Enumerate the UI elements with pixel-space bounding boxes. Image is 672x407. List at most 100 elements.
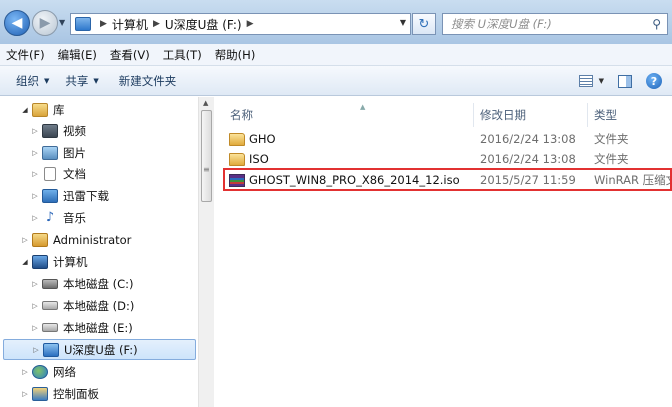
nav-item-label: 本地磁盘 (E:)	[63, 320, 133, 335]
nav-item-drive-c[interactable]: ▷ 本地磁盘 (C:)	[0, 273, 198, 294]
usb-drive-icon	[43, 342, 59, 357]
nav-item-label: Administrator	[53, 232, 132, 247]
nav-item-label: 视频	[63, 123, 86, 138]
nav-item-label: 文档	[63, 166, 86, 181]
file-name: GHOST_WIN8_PRO_X86_2014_12.iso	[249, 173, 460, 187]
nav-item-drive-d[interactable]: ▷ 本地磁盘 (D:)	[0, 295, 198, 316]
search-icon[interactable]: ⚲	[652, 17, 661, 31]
user-folder-icon	[32, 232, 48, 247]
menu-file[interactable]: 文件(F)	[6, 47, 45, 63]
expand-arrow-icon[interactable]: ▷	[30, 170, 40, 178]
expand-arrow-icon[interactable]: ◢	[20, 106, 30, 114]
nav-item-drive-e[interactable]: ▷ 本地磁盘 (E:)	[0, 317, 198, 338]
share-button[interactable]: 共享 ▼	[65, 73, 98, 89]
back-button[interactable]: ◀	[4, 10, 30, 36]
file-row-gho[interactable]: GHO 2016/2/24 13:08 文件夹	[224, 129, 672, 149]
expand-arrow-icon[interactable]: ▷	[20, 236, 30, 244]
expand-arrow-icon[interactable]: ▷	[31, 346, 41, 354]
file-date: 2016/2/24 13:08	[480, 132, 576, 146]
drive-icon	[42, 323, 58, 332]
organize-button[interactable]: 组织 ▼	[16, 73, 49, 89]
recent-pages-dropdown[interactable]: ▼	[59, 18, 65, 27]
expand-arrow-icon[interactable]: ▷	[20, 368, 30, 376]
nav-item-label: 计算机	[53, 254, 88, 269]
address-dropdown-button[interactable]: ▼	[400, 18, 406, 27]
expand-arrow-icon[interactable]: ▷	[30, 214, 40, 222]
command-toolbar: 组织 ▼ 共享 ▼ 新建文件夹 ▼ ?	[0, 66, 672, 96]
pictures-icon	[42, 145, 58, 160]
column-header-label: 类型	[594, 108, 617, 122]
xunlei-icon	[42, 188, 58, 203]
expand-arrow-icon[interactable]: ▷	[30, 302, 40, 310]
nav-item-label: 控制面板	[53, 386, 99, 401]
expand-arrow-icon[interactable]: ▷	[30, 149, 40, 157]
search-input[interactable]: 搜索 U深度U盘 (F:) ⚲	[442, 13, 668, 35]
expand-arrow-icon[interactable]: ◢	[20, 258, 30, 266]
forward-button[interactable]: ▶	[32, 10, 58, 36]
nav-item-computer[interactable]: ◢ 计算机	[0, 251, 198, 272]
expand-arrow-icon[interactable]: ▷	[30, 127, 40, 135]
nav-item-label: U深度U盘 (F:)	[64, 342, 138, 357]
music-icon: ♪	[45, 209, 55, 225]
file-row-ghost-iso[interactable]: GHOST_WIN8_PRO_X86_2014_12.iso 2015/5/27…	[224, 170, 672, 190]
menu-edit[interactable]: 编辑(E)	[58, 47, 97, 63]
menu-help[interactable]: 帮助(H)	[215, 47, 256, 63]
breadcrumb-separator[interactable]: ▶	[153, 19, 160, 29]
address-field[interactable]: ▶ 计算机 ▶ U深度U盘 (F:) ▶ ▼	[70, 13, 411, 35]
nav-item-usb-drive-f[interactable]: ▷ U深度U盘 (F:)	[3, 339, 196, 360]
file-row-iso-folder[interactable]: ISO 2016/2/24 13:08 文件夹	[224, 149, 672, 169]
nav-item-pictures[interactable]: ▷ 图片	[0, 142, 198, 163]
forward-arrow-icon: ▶	[39, 15, 51, 31]
file-name: GHO	[249, 132, 276, 146]
nav-item-music[interactable]: ▷ ♪ 音乐	[0, 207, 198, 228]
view-options-dropdown[interactable]: ▼	[599, 77, 604, 85]
folder-icon	[75, 17, 91, 31]
column-header-name[interactable]: 名称 ▲	[230, 103, 470, 127]
column-header-date[interactable]: 修改日期	[480, 103, 585, 127]
refresh-button[interactable]: ↻	[412, 13, 436, 35]
nav-item-label: 迅雷下载	[63, 188, 109, 203]
folder-icon	[229, 152, 245, 166]
breadcrumb-drive[interactable]: U深度U盘 (F:)	[165, 16, 242, 33]
nav-item-label: 图片	[63, 145, 86, 160]
nav-item-label: 本地磁盘 (C:)	[63, 276, 134, 291]
nav-item-documents[interactable]: ▷ 文档	[0, 163, 198, 184]
back-arrow-icon: ◀	[11, 15, 23, 31]
change-view-icon[interactable]	[578, 75, 593, 87]
column-divider[interactable]	[473, 103, 474, 127]
file-type: WinRAR 压缩文	[594, 173, 672, 187]
expand-arrow-icon[interactable]: ▷	[30, 324, 40, 332]
breadcrumb-separator[interactable]: ▶	[247, 19, 254, 29]
nav-item-administrator[interactable]: ▷ Administrator	[0, 229, 198, 250]
expand-arrow-icon[interactable]: ▷	[30, 192, 40, 200]
share-label: 共享	[65, 73, 89, 88]
breadcrumb-separator[interactable]: ▶	[100, 19, 107, 29]
scroll-up-arrow-icon[interactable]: ▲	[203, 99, 208, 107]
nav-item-library[interactable]: ◢ 库	[0, 99, 198, 120]
search-placeholder: 搜索 U深度U盘 (F:)	[451, 17, 552, 31]
breadcrumb-computer[interactable]: 计算机	[112, 16, 148, 33]
help-icon[interactable]: ?	[646, 73, 662, 89]
new-folder-button[interactable]: 新建文件夹	[119, 73, 177, 89]
nav-item-label: 库	[53, 102, 65, 117]
nav-item-videos[interactable]: ▷ 视频	[0, 120, 198, 141]
menu-view[interactable]: 查看(V)	[110, 47, 150, 63]
sort-ascending-icon: ▲	[360, 103, 366, 111]
nav-item-control-panel[interactable]: ▷ 控制面板	[0, 383, 198, 404]
column-header-type[interactable]: 类型	[594, 103, 672, 127]
column-header-label: 名称	[230, 108, 253, 122]
nav-item-label: 音乐	[63, 210, 86, 225]
folder-icon	[229, 132, 245, 146]
expand-arrow-icon[interactable]: ▷	[30, 280, 40, 288]
preview-pane-icon[interactable]	[618, 74, 632, 88]
nav-item-network[interactable]: ▷ 网络	[0, 361, 198, 382]
scrollbar-thumb[interactable]: ≡	[201, 110, 212, 202]
column-divider[interactable]	[587, 103, 588, 127]
nav-scrollbar[interactable]: ▲ ≡	[198, 97, 214, 407]
expand-arrow-icon[interactable]: ▷	[20, 390, 30, 398]
computer-icon	[32, 254, 48, 269]
menu-tools[interactable]: 工具(T)	[163, 47, 202, 63]
network-icon	[32, 364, 48, 379]
nav-item-xunlei-downloads[interactable]: ▷ 迅雷下载	[0, 185, 198, 206]
organize-label: 组织	[16, 73, 39, 88]
